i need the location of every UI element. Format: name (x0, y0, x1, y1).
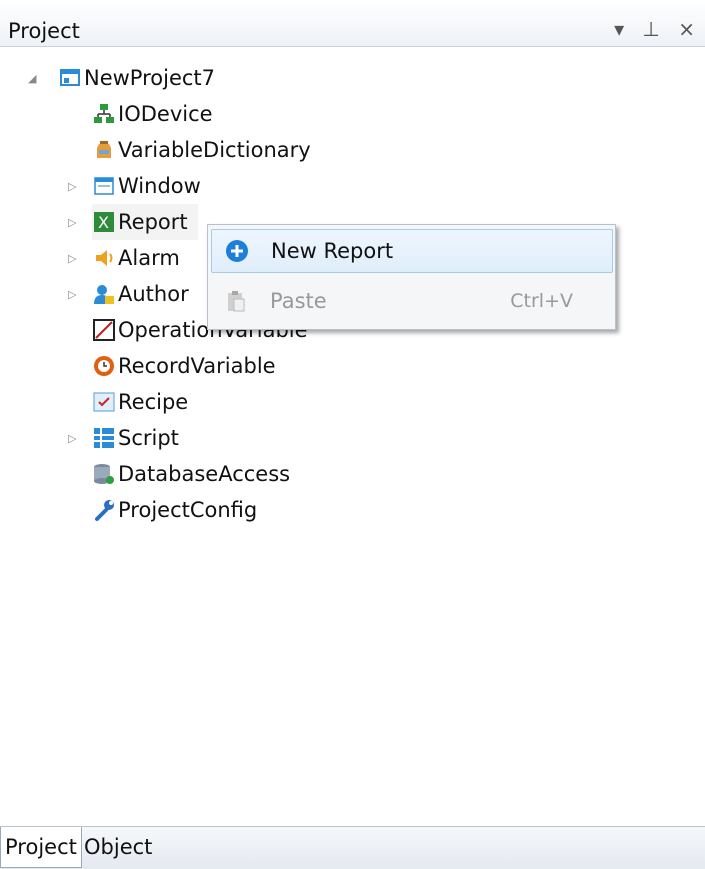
tree-item-iodevice[interactable]: IODevice (92, 96, 213, 132)
tree-item-label: ProjectConfig (118, 498, 258, 522)
context-menu: New Report Paste Ctrl+V (207, 224, 616, 330)
panel-title: Project (8, 19, 80, 43)
bottom-tabbar: Project Object (0, 826, 705, 869)
tree-item-label: Script (118, 426, 179, 450)
tree-item-label: VariableDictionary (118, 138, 311, 162)
tree-item-label: Window (118, 174, 201, 198)
collapse-arrow-icon[interactable]: ◢ (28, 72, 36, 85)
jar-icon (92, 138, 116, 162)
expand-arrow-icon[interactable]: ▷ (68, 432, 76, 445)
tree-item-script[interactable]: ▷ Script (68, 420, 179, 456)
tree-item-label: Recipe (118, 390, 189, 414)
speaker-icon (92, 246, 116, 270)
menu-item-new-report[interactable]: New Report (211, 229, 613, 273)
tree-root[interactable]: ◢ NewProject7 (24, 60, 215, 96)
grid-icon (92, 426, 116, 450)
add-circle-icon (225, 239, 249, 263)
tree-item-label: Alarm (118, 246, 180, 270)
expand-arrow-icon[interactable]: ▷ (68, 288, 76, 301)
tree-item-report[interactable]: ▷ X Report (68, 204, 198, 240)
panel-titlebar: Project ▾ ⊥ × (0, 0, 705, 47)
expand-arrow-icon[interactable]: ▷ (68, 252, 76, 265)
tree-item-alarm[interactable]: ▷ Alarm (68, 240, 180, 276)
network-icon (92, 102, 116, 126)
tree-item-variabledictionary[interactable]: VariableDictionary (92, 132, 311, 168)
excel-icon: X (92, 210, 116, 234)
clock-icon (92, 354, 116, 378)
project-icon (58, 66, 82, 90)
tree-item-databaseaccess[interactable]: DatabaseAccess (92, 456, 290, 492)
tree-item-label: Author (118, 282, 189, 306)
panel-controls[interactable]: ▾ ⊥ × (614, 17, 701, 41)
chart-line-icon (92, 318, 116, 342)
expand-arrow-icon[interactable]: ▷ (68, 216, 76, 229)
tab-project[interactable]: Project (0, 827, 82, 868)
user-lock-icon (92, 282, 116, 306)
tree-item-projectconfig[interactable]: ProjectConfig (92, 492, 257, 528)
checklist-icon (92, 390, 116, 414)
clipboard-icon (224, 289, 248, 313)
menu-item-label: New Report (271, 239, 394, 263)
tree-item-author[interactable]: ▷ Author (68, 276, 189, 312)
svg-text:X: X (98, 213, 109, 232)
menu-item-label: Paste (270, 289, 327, 313)
tree-item-label: Report (118, 210, 188, 234)
tree-item-recordvariable[interactable]: RecordVariable (92, 348, 276, 384)
tree-root-label: NewProject7 (84, 66, 216, 90)
wrench-icon (92, 498, 116, 522)
tree-item-recipe[interactable]: Recipe (92, 384, 188, 420)
tab-object[interactable]: Object (80, 827, 156, 867)
menu-item-shortcut: Ctrl+V (510, 290, 573, 312)
tree-item-window[interactable]: ▷ Window (68, 168, 201, 204)
tree-item-label: RecordVariable (118, 354, 276, 378)
tree-item-label: DatabaseAccess (118, 462, 291, 486)
database-icon (92, 462, 116, 486)
tree-item-label: IODevice (118, 102, 213, 126)
window-icon (92, 174, 116, 198)
menu-item-paste[interactable]: Paste Ctrl+V (211, 279, 611, 323)
expand-arrow-icon[interactable]: ▷ (68, 180, 76, 193)
